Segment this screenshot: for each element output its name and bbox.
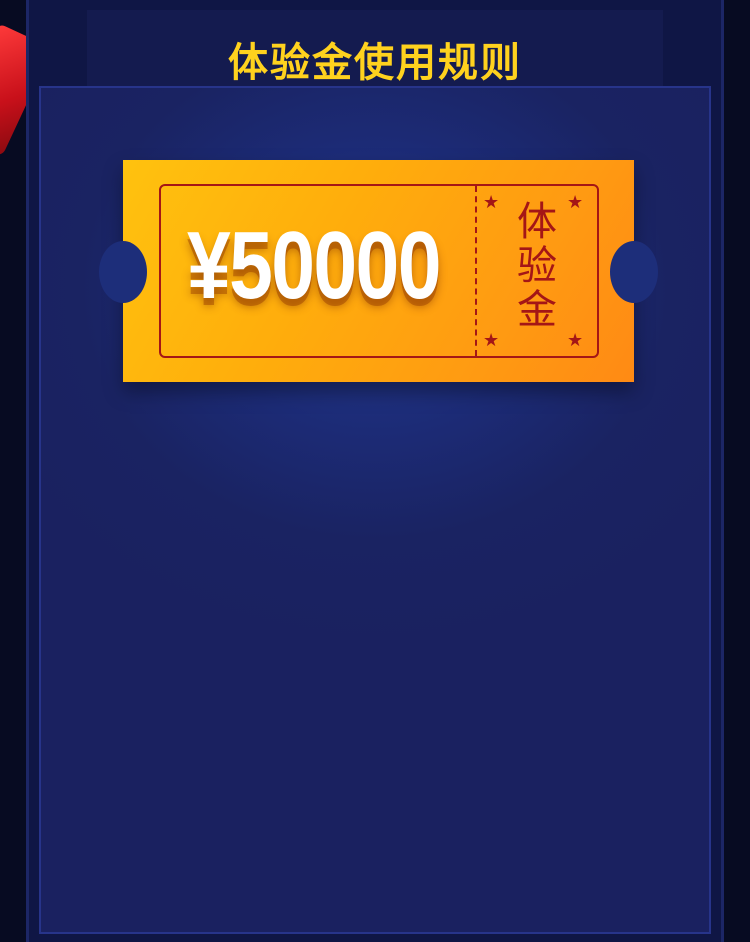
voucher-label: 体 验 金 xyxy=(485,200,589,346)
voucher-amount: ¥50000 xyxy=(187,212,441,319)
voucher-border: ¥50000 ★ ★ ★ ★ 体 验 金 xyxy=(159,184,599,358)
voucher-label-char: 金 xyxy=(517,287,557,333)
voucher-notch-left xyxy=(99,241,147,303)
voucher-label-char: 验 xyxy=(517,243,557,289)
experience-voucher: ¥50000 ★ ★ ★ ★ 体 验 金 xyxy=(99,160,658,382)
rules-panel: 体验金使用规则 xyxy=(26,0,724,942)
voucher-label-char: 体 xyxy=(517,199,557,245)
rules-page: 体验金使用规则 ¥50000 ★ ★ ★ ★ 体 验 金 xyxy=(0,0,750,942)
voucher-notch-right xyxy=(610,241,658,303)
page-title: 体验金使用规则 xyxy=(228,40,522,86)
voucher-dashed-divider xyxy=(475,186,477,356)
